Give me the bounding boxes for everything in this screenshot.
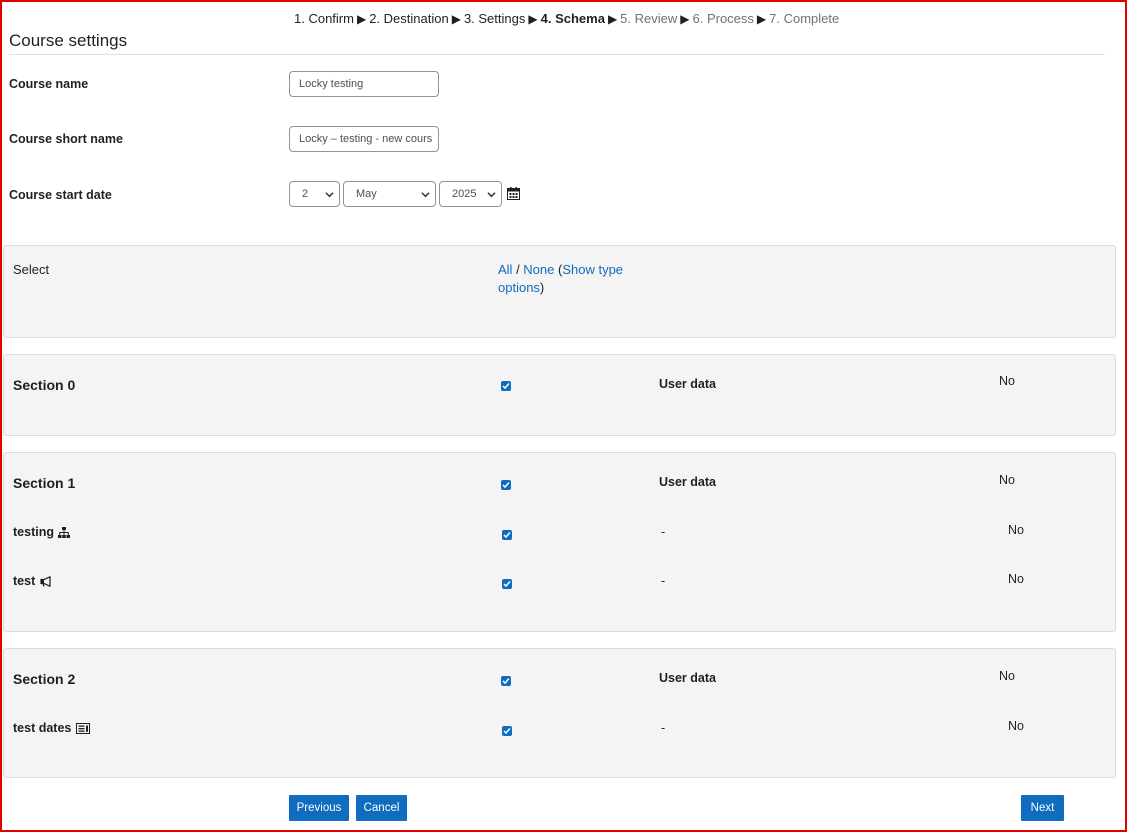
cancel-button[interactable]: Cancel	[356, 795, 407, 821]
megaphone-icon	[40, 575, 51, 588]
select-all-link[interactable]: All	[498, 262, 512, 277]
step-arrow-icon: ▶	[756, 12, 767, 26]
step-arrow-icon: ▶	[356, 12, 367, 26]
section-title: Section 2	[13, 671, 76, 687]
show-type-link[interactable]: Show type	[562, 262, 623, 277]
user-data-label: User data	[659, 671, 716, 685]
activity-item: testing	[13, 525, 71, 539]
section-0-checkbox[interactable]	[501, 381, 511, 391]
section-title: Section 1	[13, 475, 76, 491]
show-type-options-link[interactable]: options	[498, 280, 540, 295]
activity-name: testing	[13, 525, 54, 539]
month-select[interactable]: May	[343, 181, 436, 207]
activity-dash: -	[661, 525, 666, 539]
select-links: All / None (Show type options)	[498, 261, 638, 297]
activity-name: test dates	[13, 721, 72, 735]
user-data-label: User data	[659, 475, 716, 489]
short-name-label: Course short name	[9, 132, 123, 146]
check-icon	[502, 383, 510, 390]
check-icon	[503, 728, 511, 735]
day-select[interactable]: 2	[289, 181, 340, 207]
course-name-label: Course name	[9, 77, 89, 91]
check-icon	[502, 482, 510, 489]
step-arrow-icon: ▶	[607, 12, 618, 26]
step-settings: 3. Settings	[463, 11, 526, 26]
section-1-panel	[3, 452, 1116, 632]
step-arrow-icon: ▶	[528, 12, 538, 26]
year-select[interactable]: 2025	[439, 181, 502, 207]
database-icon	[75, 723, 90, 734]
chevron-down-icon	[421, 192, 430, 198]
step-complete: 7. Complete	[769, 11, 840, 26]
progress-steps: 1. Confirm ▶ 2. Destination ▶ 3. Settings ▶ 4.…	[294, 11, 839, 26]
activity-checkbox[interactable]	[502, 579, 512, 589]
section-0-panel	[3, 354, 1116, 436]
user-data-label: User data	[659, 377, 716, 391]
check-icon	[503, 581, 511, 588]
activity-value: No	[1008, 523, 1024, 537]
course-name-input[interactable]: Locky testing	[289, 71, 439, 97]
section-1-checkbox[interactable]	[501, 480, 511, 490]
activity-item: test	[13, 574, 53, 588]
month-value: May	[356, 188, 377, 200]
activity-name: test	[13, 574, 36, 588]
step-arrow-icon: ▶	[451, 12, 461, 26]
hierarchy-icon	[58, 527, 71, 538]
day-value: 2	[302, 188, 309, 200]
step-destination: 2. Destination	[369, 11, 449, 26]
slash-separator: /	[512, 262, 524, 277]
activity-dash: -	[661, 721, 666, 735]
select-none-link[interactable]: None	[523, 262, 554, 277]
year-value: 2025	[452, 188, 477, 200]
check-icon	[503, 532, 511, 539]
user-data-value: No	[999, 374, 1015, 388]
activity-value: No	[1008, 572, 1024, 586]
step-review: 5. Review	[620, 11, 678, 26]
start-date-label: Course start date	[9, 188, 112, 202]
next-button[interactable]: Next	[1021, 795, 1064, 821]
activity-value: No	[1008, 719, 1024, 733]
step-arrow-icon: ▶	[680, 12, 690, 26]
paren-close: )	[539, 280, 545, 295]
step-confirm: 1. Confirm	[294, 11, 354, 26]
short-name-input[interactable]: Locky – testing - new cours	[289, 126, 439, 152]
activity-checkbox[interactable]	[502, 530, 512, 540]
chevron-down-icon	[325, 192, 334, 198]
section-title: Section 0	[13, 377, 76, 393]
activity-dash: -	[661, 574, 666, 588]
user-data-value: No	[999, 669, 1015, 683]
activity-checkbox[interactable]	[502, 726, 512, 736]
user-data-value: No	[999, 473, 1015, 487]
calendar-icon[interactable]	[507, 187, 520, 200]
previous-button[interactable]: Previous	[289, 795, 349, 821]
chevron-down-icon	[487, 192, 496, 198]
section-2-panel	[3, 648, 1116, 778]
section-2-checkbox[interactable]	[501, 676, 511, 686]
course-settings-heading: Course settings	[9, 31, 128, 50]
select-label: Select	[13, 262, 50, 277]
step-schema: 4. Schema	[540, 11, 605, 26]
activity-item: test dates	[13, 721, 90, 735]
heading-divider	[9, 54, 1105, 55]
step-process: 6. Process	[692, 11, 754, 26]
check-icon	[502, 678, 510, 685]
